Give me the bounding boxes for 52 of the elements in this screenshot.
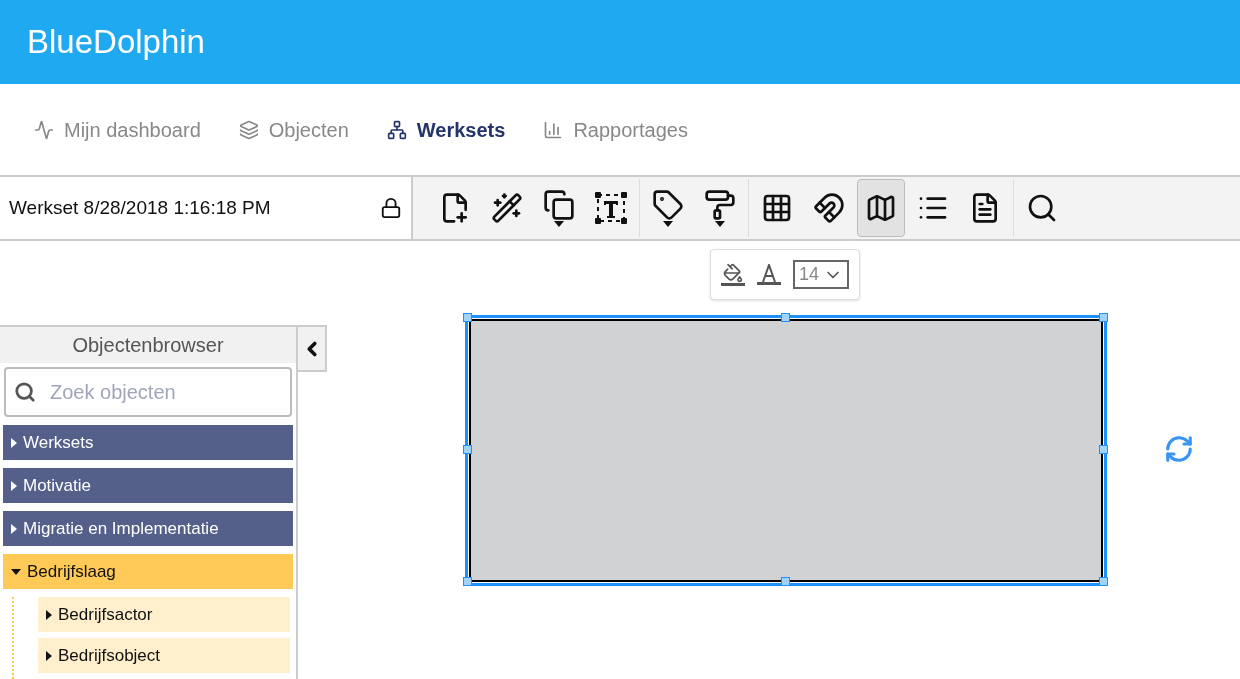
rotate-icon[interactable] (1164, 434, 1194, 464)
tool-icon (1026, 192, 1058, 224)
search-field[interactable]: Zoek objecten (4, 367, 292, 417)
tool-icon (543, 189, 575, 221)
tool-icon (813, 192, 845, 224)
resize-handle[interactable] (1099, 577, 1108, 586)
caret-icon (554, 221, 564, 227)
collapse-panel-button[interactable] (298, 325, 327, 372)
paint-bucket-icon (723, 263, 743, 283)
text-frame-icon (594, 191, 628, 225)
resize-handle[interactable] (463, 445, 472, 454)
layers-icon (238, 119, 259, 140)
tool-icon (865, 192, 897, 224)
nav-tab[interactable]: Werksets (386, 114, 506, 145)
caret-icon (715, 221, 725, 227)
resize-handle[interactable] (1099, 313, 1108, 322)
app-title: BlueDolphin (27, 22, 205, 63)
bar-chart-icon (543, 119, 564, 140)
search-icon (14, 381, 36, 403)
pulse-icon (34, 119, 54, 140)
caret-icon (663, 221, 673, 227)
tool-icon (761, 192, 793, 224)
text-color-button[interactable] (757, 264, 781, 285)
resize-handle[interactable] (781, 313, 790, 322)
caret-icon (11, 568, 21, 575)
resize-handle[interactable] (463, 577, 472, 586)
tree-subitem[interactable]: Bedrijfsactor (38, 597, 290, 632)
panel-title: Objectenbrowser (0, 327, 296, 363)
tool-icon (652, 189, 684, 221)
hierarchy-icon (386, 119, 407, 140)
resize-handle[interactable] (463, 313, 472, 322)
tree-category[interactable]: Werksets (3, 425, 293, 460)
caret-icon (11, 523, 17, 534)
nav-tab[interactable]: Rapportages (543, 114, 688, 145)
fill-color-button[interactable] (721, 263, 745, 286)
tool-icon (704, 189, 736, 221)
caret-icon (11, 480, 17, 491)
letter-a-icon (761, 264, 777, 282)
tree-category[interactable]: Bedrijfslaag (3, 554, 293, 589)
tree-category[interactable]: Migratie en Implementatie (3, 511, 293, 546)
caret-icon (46, 650, 52, 661)
tree-subitem[interactable]: Bedrijfsobject (38, 638, 290, 673)
font-size-select[interactable]: 14 (793, 260, 850, 289)
tool-icon (491, 192, 523, 224)
tree-category[interactable]: Motivatie (3, 468, 293, 503)
caret-icon (46, 609, 52, 620)
nav-tab[interactable]: Objecten (238, 114, 349, 145)
nav-tab[interactable]: Mijn dashboard (34, 114, 201, 145)
caret-icon (11, 437, 17, 448)
resize-handle[interactable] (1099, 445, 1108, 454)
map-button[interactable] (857, 179, 905, 237)
resize-handle[interactable] (781, 577, 790, 586)
